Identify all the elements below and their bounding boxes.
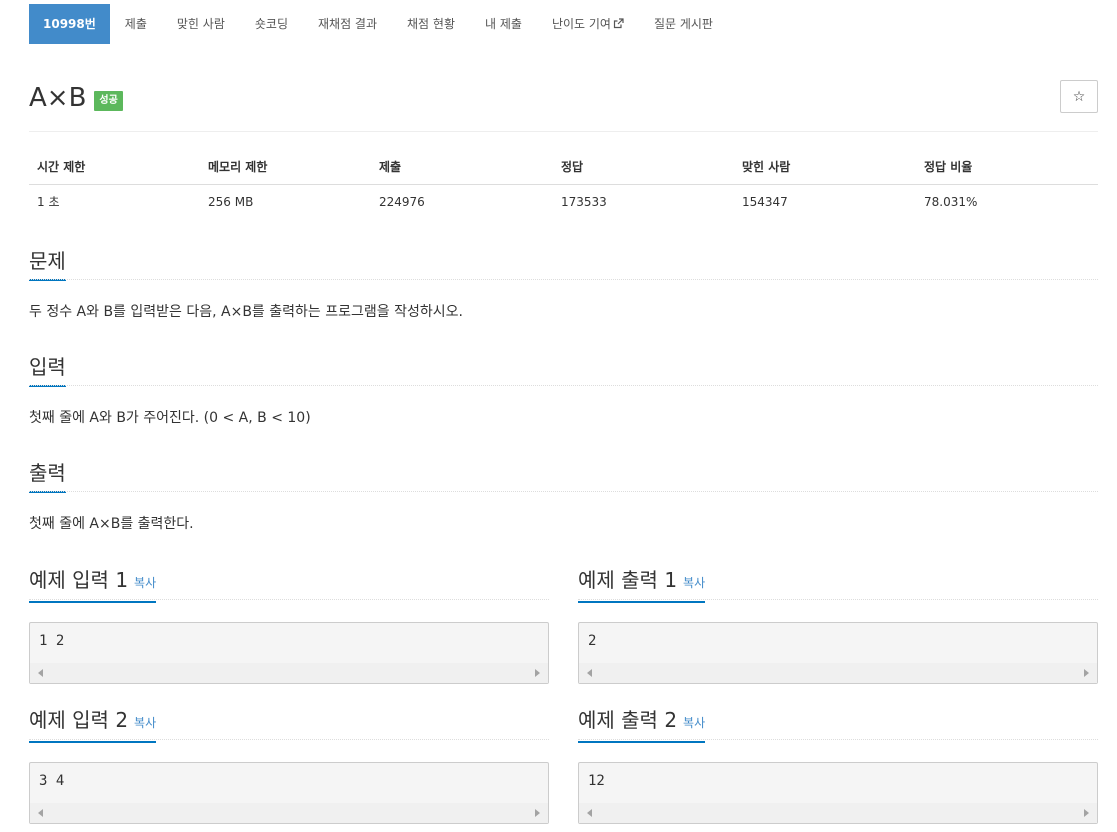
output-description-text: 첫째 줄에 A×B를 출력한다.	[29, 516, 194, 532]
section-divider	[29, 738, 549, 740]
horizontal-scrollbar[interactable]	[579, 663, 1097, 683]
title-divider	[29, 131, 1098, 132]
status-badge: 성공	[94, 91, 123, 111]
sample-output-box[interactable]: 2	[578, 622, 1098, 684]
star-icon: ☆	[1072, 88, 1086, 105]
sample-title-text: 예제 출력 1	[578, 568, 678, 592]
sample-title-text: 예제 입력 2	[29, 708, 129, 732]
section-header: 문제	[29, 247, 1098, 281]
scroll-right-icon[interactable]	[1084, 809, 1089, 817]
star-button[interactable]: ☆	[1060, 80, 1098, 113]
section-divider	[29, 490, 1098, 492]
header-solved-users: 맞힌 사람	[742, 160, 791, 174]
scroll-left-icon[interactable]	[587, 669, 592, 677]
solved-users-value: 154347	[742, 195, 788, 209]
tab-short-coding[interactable]: 숏코딩	[240, 4, 303, 44]
section-divider	[578, 598, 1098, 600]
scroll-left-icon[interactable]	[38, 809, 43, 817]
header-time-limit: 시간 제한	[37, 160, 86, 174]
input-description-text: 첫째 줄에 A와 B가 주어진다. (0 < A, B < 10)	[29, 410, 311, 426]
accept-ratio-value: 78.031%	[924, 195, 978, 209]
sample-output-box[interactable]: 12	[578, 762, 1098, 824]
section-divider	[29, 278, 1098, 280]
copy-button[interactable]: 복사	[683, 576, 705, 590]
sample-input-box[interactable]: 3 4	[29, 762, 549, 824]
page-title: A×B	[29, 83, 87, 113]
sample-input-2: 예제 입력 2 복사 3 4	[29, 706, 549, 824]
header-accept-ratio: 정답 비율	[924, 160, 973, 174]
header-submissions: 제출	[379, 160, 402, 174]
sample-output-2: 예제 출력 2 복사 12	[578, 706, 1098, 824]
external-link-icon	[613, 18, 624, 29]
tab-rejudge-results[interactable]: 재채점 결과	[303, 4, 392, 44]
sample-input-content: 1 2	[39, 633, 65, 649]
copy-button[interactable]: 복사	[134, 576, 156, 590]
problem-tabs: 10998번 제출 맞힌 사람 숏코딩 재채점 결과 채점 현황 내 제출 난이…	[29, 4, 728, 44]
tab-submit[interactable]: 제출	[110, 4, 162, 44]
sample-title-text: 예제 출력 2	[578, 708, 678, 732]
copy-button[interactable]: 복사	[683, 716, 705, 730]
sample-output-content: 2	[588, 633, 597, 649]
header-accepted: 정답	[561, 160, 584, 174]
horizontal-scrollbar[interactable]	[30, 803, 548, 823]
section-title-output: 출력	[29, 459, 66, 493]
tab-judge-status[interactable]: 채점 현황	[392, 4, 470, 44]
sample-header: 예제 출력 1 복사	[578, 566, 1098, 603]
tab-difficulty-contribution[interactable]: 난이도 기여	[537, 4, 639, 44]
time-limit-value: 1 초	[37, 195, 60, 209]
sample-header: 예제 입력 2 복사	[29, 706, 549, 743]
header-memory-limit: 메모리 제한	[208, 160, 268, 174]
section-header: 출력	[29, 459, 1098, 493]
input-section: 입력 첫째 줄에 A와 B가 주어진다. (0 < A, B < 10)	[29, 353, 1098, 428]
scroll-right-icon[interactable]	[535, 809, 540, 817]
sample-header: 예제 입력 1 복사	[29, 566, 549, 603]
sample-header: 예제 출력 2 복사	[578, 706, 1098, 743]
section-title-input: 입력	[29, 353, 66, 387]
section-divider	[29, 598, 549, 600]
sample-input-1: 예제 입력 1 복사 1 2	[29, 566, 549, 684]
title-row: A×B 성공	[29, 82, 123, 114]
problem-description-text: 두 정수 A와 B를 입력받은 다음, A×B를 출력하는 프로그램을 작성하시…	[29, 304, 463, 320]
sample-input-content: 3 4	[39, 773, 65, 789]
section-title-problem: 문제	[29, 247, 66, 281]
sample-input-box[interactable]: 1 2	[29, 622, 549, 684]
problem-info-table: 시간 제한 메모리 제한 제출 정답 맞힌 사람 정답 비율 1 초 256 M…	[29, 150, 1098, 219]
section-header: 입력	[29, 353, 1098, 387]
copy-button[interactable]: 복사	[134, 716, 156, 730]
tab-my-submissions[interactable]: 내 제출	[470, 4, 537, 44]
tab-question-board[interactable]: 질문 게시판	[639, 4, 728, 44]
sample-output-1: 예제 출력 1 복사 2	[578, 566, 1098, 684]
table-row: 1 초 256 MB 224976 173533 154347 78.031%	[29, 185, 1098, 219]
output-section: 출력 첫째 줄에 A×B를 출력한다.	[29, 459, 1098, 534]
section-divider	[578, 738, 1098, 740]
scroll-right-icon[interactable]	[535, 669, 540, 677]
problem-page: 10998번 제출 맞힌 사람 숏코딩 재채점 결과 채점 현황 내 제출 난이…	[0, 0, 1117, 832]
horizontal-scrollbar[interactable]	[579, 803, 1097, 823]
memory-limit-value: 256 MB	[208, 195, 254, 209]
scroll-right-icon[interactable]	[1084, 669, 1089, 677]
info-table-header: 시간 제한 메모리 제한 제출 정답 맞힌 사람 정답 비율	[29, 150, 1098, 185]
sample-title-text: 예제 입력 1	[29, 568, 129, 592]
horizontal-scrollbar[interactable]	[30, 663, 548, 683]
scroll-left-icon[interactable]	[587, 809, 592, 817]
scroll-left-icon[interactable]	[38, 669, 43, 677]
tab-difficulty-label: 난이도 기여	[551, 17, 611, 31]
accepted-value: 173533	[561, 195, 607, 209]
tab-problem-number[interactable]: 10998번	[29, 4, 110, 44]
problem-description-section: 문제 두 정수 A와 B를 입력받은 다음, A×B를 출력하는 프로그램을 작…	[29, 247, 1098, 322]
section-divider	[29, 384, 1098, 386]
sample-output-content: 12	[588, 773, 605, 789]
tab-solved-users[interactable]: 맞힌 사람	[162, 4, 240, 44]
submissions-value: 224976	[379, 195, 425, 209]
